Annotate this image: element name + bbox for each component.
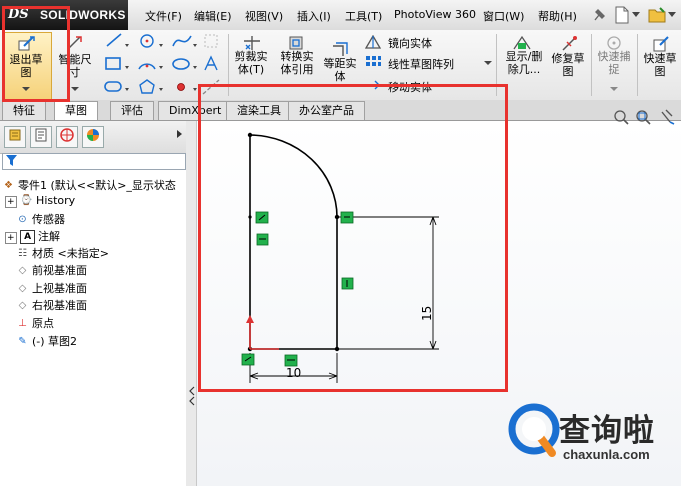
mirror-entities-button[interactable]: 镜向实体 — [388, 35, 432, 51]
tree-item-origin[interactable]: ⊥ 原点 — [16, 315, 54, 331]
tree-item-material[interactable]: ☷ 材质 <未指定> — [16, 245, 109, 261]
display-delete-relations-label: 显示/删 除几... — [505, 50, 543, 76]
tree-item-label: 材质 <未指定> — [32, 247, 109, 260]
watermark-title: 查询啦 — [559, 413, 655, 449]
ribbon-separator — [637, 34, 638, 96]
collapse-panel-icon[interactable] — [188, 385, 196, 407]
relations-icon — [513, 35, 531, 50]
chevron-down-icon — [484, 61, 492, 65]
linear-pattern-button[interactable]: 线性草图阵列 — [388, 56, 454, 72]
tree-item-sensors[interactable]: ⊙ 传感器 — [16, 211, 65, 227]
tree-item-top-plane[interactable]: ◇ 上视基准面 — [16, 280, 87, 296]
zoom-to-fit-icon — [614, 110, 629, 125]
arc-icon — [138, 63, 156, 70]
convert-entities-icon — [289, 36, 303, 50]
highlight-box-exit-sketch — [2, 6, 70, 102]
annotation-icon: A — [20, 230, 36, 244]
tree-item-label: History — [36, 194, 76, 207]
previous-view-icon — [661, 109, 675, 125]
ellipse-icon — [172, 58, 190, 70]
menu-tools[interactable]: 工具(T) — [345, 8, 382, 24]
chevron-down-icon — [71, 87, 79, 91]
tree-item-front-plane[interactable]: ◇ 前视基准面 — [16, 262, 87, 278]
material-icon: ☷ — [18, 248, 27, 259]
tree-item-label: 前视基准面 — [32, 264, 87, 277]
tree-item-annotations[interactable]: + A 注解 — [5, 228, 60, 244]
slot-icon — [104, 81, 122, 92]
tree-item-label: (-) 草图2 — [32, 335, 78, 348]
part-icon: ❖ — [4, 180, 13, 191]
display-manager-tab-icon[interactable] — [82, 126, 104, 148]
plane-icon: ◇ — [18, 283, 27, 294]
tree-item-label: 传感器 — [32, 213, 65, 226]
tree-item-label: 原点 — [32, 317, 54, 330]
repair-sketch-icon — [562, 36, 577, 51]
point-icon — [177, 83, 185, 91]
rapid-sketch-icon — [653, 36, 669, 52]
open-folder-icon[interactable] — [648, 6, 668, 24]
tree-item-part[interactable]: ❖ 零件1 (默认<<默认>_显示状态 — [2, 177, 176, 193]
plane-icon: ◇ — [18, 300, 27, 311]
offset-entities-label: 等距实 体 — [323, 57, 357, 83]
origin-icon: ⊥ — [18, 318, 27, 329]
tree-filter-input[interactable] — [2, 153, 186, 170]
tree-item-label: 注解 — [38, 230, 61, 243]
tree-item-label: 零件1 (默认<<默认>_显示状态 — [18, 179, 176, 192]
tab-sketch[interactable]: 草图 — [54, 101, 98, 120]
tree-item-label: 上视基准面 — [32, 282, 87, 295]
offset-entities-icon — [333, 42, 348, 56]
tree-item-history[interactable]: + ⌚ History — [5, 194, 76, 208]
grid-icon — [204, 34, 218, 48]
zoom-area-icon — [636, 110, 651, 125]
chevron-down-icon[interactable] — [668, 12, 676, 18]
tree-item-label: 右视基准面 — [32, 299, 87, 312]
chevron-right-icon[interactable] — [176, 130, 184, 138]
new-document-icon[interactable] — [614, 6, 630, 24]
filter-icon — [6, 155, 17, 166]
chevron-down-icon — [610, 87, 618, 91]
menu-help[interactable]: 帮助(H) — [538, 8, 577, 24]
pin-icon[interactable] — [591, 7, 607, 23]
quick-snaps-label: 快速捕 捉 — [597, 50, 631, 76]
text-icon — [204, 55, 218, 71]
rapid-sketch-label: 快速草 图 — [643, 52, 677, 78]
trim-icon — [244, 36, 260, 50]
property-manager-tab-icon[interactable] — [30, 126, 52, 148]
highlight-box-sketch — [198, 84, 508, 392]
tree-item-sketch2[interactable]: ✎ (-) 草图2 — [16, 333, 77, 349]
plane-icon: ◇ — [18, 265, 27, 276]
polygon-icon — [139, 79, 155, 94]
feature-manager-tab-icon[interactable] — [4, 126, 26, 148]
line-icon — [106, 33, 122, 47]
menu-photoview[interactable]: PhotoView 360 — [394, 8, 476, 21]
panel-splitter[interactable] — [186, 121, 197, 486]
repair-sketch-label: 修复草 图 — [551, 52, 585, 78]
spline-icon — [172, 35, 192, 47]
circle-icon — [140, 34, 154, 48]
linear-pattern-icon — [366, 56, 381, 66]
menu-window[interactable]: 窗口(W) — [483, 8, 524, 24]
trim-label: 剪裁实 体(T) — [234, 50, 268, 76]
view-heads-up-toolbar — [614, 109, 675, 125]
menu-edit[interactable]: 编辑(E) — [194, 8, 232, 24]
configuration-manager-tab-icon[interactable] — [56, 126, 78, 148]
chevron-down-icon[interactable] — [632, 12, 640, 18]
watermark-url: chaxunla.com — [563, 447, 650, 462]
history-icon: ⌚ — [20, 195, 33, 206]
watermark-logo-icon — [508, 403, 560, 457]
tree-item-right-plane[interactable]: ◇ 右视基准面 — [16, 297, 87, 313]
menu-insert[interactable]: 插入(I) — [297, 8, 331, 24]
menu-view[interactable]: 视图(V) — [245, 8, 283, 24]
mirror-icon — [365, 35, 381, 49]
menu-file[interactable]: 文件(F) — [145, 8, 182, 24]
tab-features[interactable]: 特征 — [2, 101, 46, 120]
sensor-icon: ⊙ — [18, 214, 27, 225]
convert-entities-label: 转换实 体引用 — [280, 50, 314, 76]
rectangle-icon — [105, 57, 121, 70]
quick-snaps-icon — [607, 36, 621, 50]
sketch-icon: ✎ — [18, 336, 27, 347]
tab-evaluate[interactable]: 评估 — [110, 101, 154, 120]
